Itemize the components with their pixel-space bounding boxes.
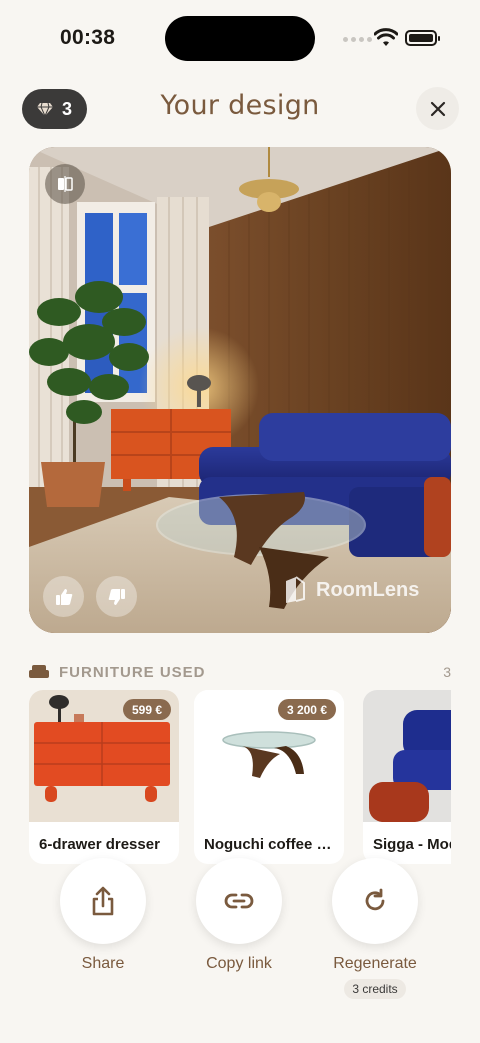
watermark-text: RoomLens: [316, 578, 420, 601]
design-image: RoomLens: [29, 147, 451, 633]
regenerate-button[interactable]: [332, 858, 418, 944]
cellular-signal-icon: [343, 37, 372, 42]
furniture-section-header: FURNITURE USED 3: [29, 660, 451, 684]
price-badge: 599 €: [122, 699, 171, 720]
sofa-icon: [29, 665, 49, 678]
regenerate-action: Regenerate 3 credits: [315, 858, 435, 999]
share-icon: [92, 886, 114, 916]
link-icon: [224, 893, 254, 909]
page-title: Your design: [160, 90, 320, 121]
status-time: 00:38: [60, 26, 116, 49]
compare-icon: [58, 176, 73, 192]
regenerate-cost-badge: 3 credits: [344, 979, 406, 999]
close-button[interactable]: [416, 87, 459, 130]
close-icon: [430, 101, 445, 116]
furniture-name: Sigga - Modular sofa: [373, 836, 451, 853]
furniture-name: Noguchi coffee table: [204, 836, 336, 853]
furniture-card[interactable]: 599 € 6-drawer dresser: [29, 690, 179, 864]
copy-link-label: Copy link: [206, 955, 272, 972]
furniture-carousel[interactable]: 599 € 6-drawer dresser 3 200 € Noguchi c…: [29, 690, 451, 865]
copy-link-button[interactable]: [196, 858, 282, 944]
regenerate-label: Regenerate: [333, 955, 417, 972]
battery-icon: [405, 30, 440, 46]
thumbs-up-button[interactable]: [43, 576, 84, 617]
sofa-thumbnail: [363, 690, 451, 822]
watermark: RoomLens: [282, 575, 419, 605]
roomlens-logo-icon: [286, 576, 305, 603]
furniture-card[interactable]: 3 200 € Noguchi coffee table: [194, 690, 344, 864]
thumbs-down-icon: [108, 588, 125, 605]
copy-link-action: Copy link: [179, 858, 299, 973]
thumbs-down-button[interactable]: [96, 576, 137, 617]
wifi-icon: [374, 28, 398, 46]
share-label: Share: [81, 955, 125, 972]
dynamic-island: [165, 16, 315, 61]
thumbs-up-icon: [55, 588, 72, 605]
furniture-count: 3: [443, 664, 451, 680]
compare-toggle-button[interactable]: [45, 164, 85, 204]
room-render: [29, 147, 451, 633]
price-badge: 3 200 €: [277, 699, 336, 720]
share-action: Share: [43, 858, 163, 973]
furniture-card[interactable]: Sigga - Modular sofa: [363, 690, 451, 864]
share-button[interactable]: [60, 858, 146, 944]
status-bar: 00:38: [0, 0, 480, 80]
furniture-name: 6-drawer dresser: [39, 836, 160, 853]
section-title: FURNITURE USED: [59, 663, 206, 681]
refresh-icon: [365, 888, 385, 911]
